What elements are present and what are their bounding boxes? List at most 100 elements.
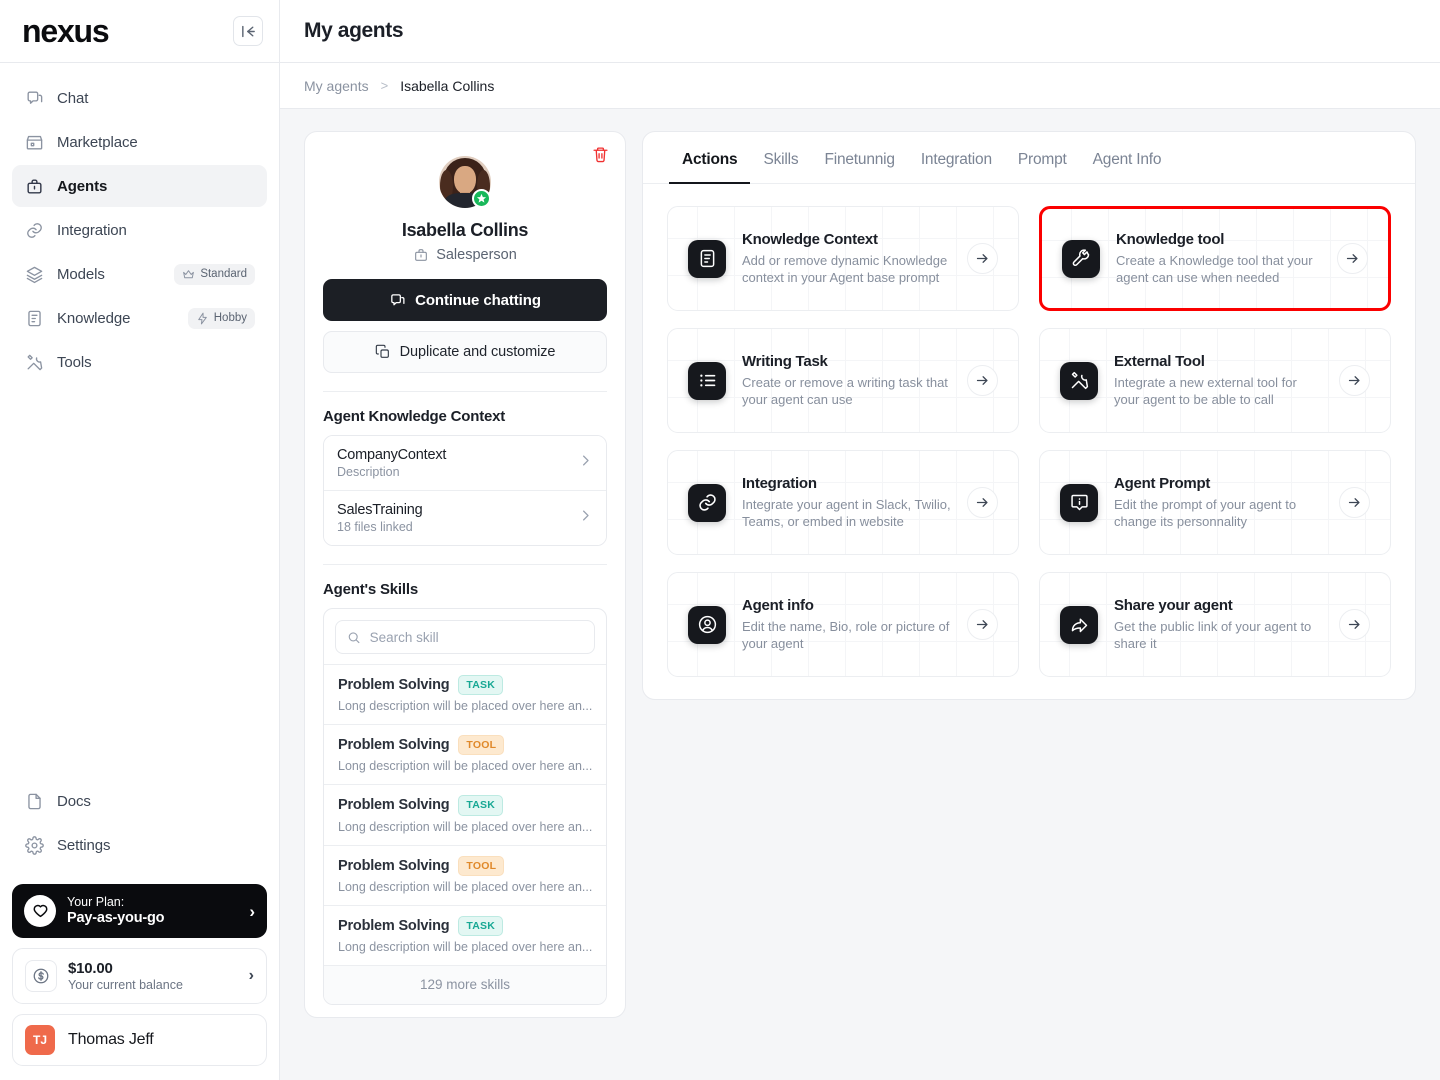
- knowledge-item-desc: Description: [337, 465, 400, 479]
- skill-item[interactable]: Problem Solving TASK Long description wi…: [324, 784, 606, 844]
- verified-badge-icon: [472, 189, 491, 208]
- file-icon: [24, 791, 44, 811]
- knowledge-item-title: CompanyContext: [337, 447, 447, 463]
- chevron-right-icon: [578, 453, 593, 473]
- plan-text: Your Plan: Pay-as-you-go: [67, 894, 165, 928]
- sidebar-item-settings[interactable]: Settings: [12, 824, 267, 866]
- arrow-right-icon[interactable]: [1339, 365, 1370, 396]
- skill-item[interactable]: Problem Solving TOOL Long description wi…: [324, 844, 606, 905]
- action-card-agent-info[interactable]: Agent info Edit the name, Bio, role or p…: [667, 572, 1019, 677]
- chevron-right-icon: [578, 508, 593, 528]
- breadcrumb-root[interactable]: My agents: [304, 78, 369, 94]
- action-card-knowledge-context[interactable]: Knowledge Context Add or remove dynamic …: [667, 206, 1019, 311]
- action-title: Agent Prompt: [1114, 474, 1211, 492]
- crown-icon: [183, 269, 195, 278]
- divider: [323, 391, 607, 392]
- balance-caption: Your current balance: [68, 977, 183, 992]
- action-description: Get the public link of your agent to sha…: [1114, 618, 1312, 651]
- breadcrumb-current: Isabella Collins: [400, 77, 495, 94]
- wrench-icon: [1062, 239, 1100, 278]
- user-circle-icon: [688, 605, 726, 644]
- app-logo: nexus: [22, 13, 110, 49]
- sidebar-item-label: Integration: [57, 221, 127, 239]
- action-title: Agent info: [742, 596, 814, 614]
- action-card-agent-prompt[interactable]: Agent Prompt Edit the prompt of your age…: [1039, 450, 1391, 555]
- action-description: Integrate a new external tool for your a…: [1114, 374, 1297, 407]
- sidebar-item-chat[interactable]: Chat: [12, 77, 267, 119]
- sidebar-item-marketplace[interactable]: Marketplace: [12, 121, 267, 163]
- action-title: Knowledge tool: [1116, 230, 1225, 248]
- tab-actions[interactable]: Actions: [669, 132, 751, 184]
- skill-item[interactable]: Problem Solving TASK Long description wi…: [324, 664, 606, 724]
- search-skill-input[interactable]: [369, 629, 583, 645]
- arrow-right-icon[interactable]: [967, 365, 998, 396]
- sidebar-item-docs[interactable]: Docs: [12, 780, 267, 822]
- action-description: Edit the name, Bio, role or picture of y…: [742, 618, 950, 651]
- action-card-knowledge-tool[interactable]: Knowledge tool Create a Knowledge tool t…: [1039, 206, 1391, 311]
- chat-icon: [391, 293, 405, 305]
- link-icon: [688, 483, 726, 522]
- sidebar-nav: Chat Marketplace Agents Integration Mode…: [0, 63, 279, 385]
- action-card-external-tool[interactable]: External Tool Integrate a new external t…: [1039, 328, 1391, 433]
- knowledge-context-item[interactable]: SalesTraining 18 files linked: [324, 490, 606, 545]
- arrow-right-icon[interactable]: [967, 243, 998, 274]
- plan-label: Your Plan:: [67, 894, 125, 909]
- arrow-right-icon[interactable]: [1339, 609, 1370, 640]
- tab-finetuning[interactable]: Finetunnig: [811, 132, 907, 184]
- chat-icon: [24, 88, 44, 108]
- briefcase-icon: [24, 176, 44, 196]
- sidebar-item-knowledge[interactable]: Knowledge Hobby: [12, 297, 267, 339]
- action-card-integration[interactable]: Integration Integrate your agent in Slac…: [667, 450, 1019, 555]
- collapse-left-icon: [241, 25, 255, 37]
- sidebar-item-label: Settings: [57, 836, 111, 854]
- action-card-share-agent[interactable]: Share your agent Get the public link of …: [1039, 572, 1391, 677]
- continue-chatting-button[interactable]: Continue chatting: [323, 279, 607, 321]
- document-icon: [24, 308, 44, 328]
- sidebar-item-label: Knowledge: [57, 309, 131, 327]
- sidebar-item-integration[interactable]: Integration: [12, 209, 267, 251]
- gear-icon: [24, 835, 44, 855]
- skill-name: Problem Solving: [338, 797, 450, 814]
- duplicate-customize-label: Duplicate and customize: [399, 344, 556, 360]
- action-description: Create a Knowledge tool that your agent …: [1116, 252, 1313, 285]
- plan-card[interactable]: Your Plan: Pay-as-you-go ›: [12, 884, 267, 938]
- continue-chatting-label: Continue chatting: [415, 291, 541, 309]
- breadcrumb-separator: >: [380, 78, 389, 93]
- sidebar: nexus Chat Marketplace Agents Integratio…: [0, 0, 280, 1080]
- skill-item[interactable]: Problem Solving TOOL Long description wi…: [324, 724, 606, 784]
- action-card-writing-task[interactable]: Writing Task Create or remove a writing …: [667, 328, 1019, 433]
- briefcase-icon: [415, 249, 428, 261]
- agent-skills-title: Agent's Skills: [323, 581, 418, 598]
- skill-item[interactable]: Problem Solving TASK Long description wi…: [324, 904, 606, 965]
- sidebar-item-models[interactable]: Models Standard: [12, 253, 267, 295]
- sidebar-item-agents[interactable]: Agents: [12, 165, 267, 207]
- arrow-right-icon[interactable]: [967, 609, 998, 640]
- duplicate-customize-button[interactable]: Duplicate and customize: [323, 331, 607, 373]
- arrow-right-icon[interactable]: [1339, 487, 1370, 518]
- tab-skills[interactable]: Skills: [750, 132, 811, 184]
- arrow-right-icon[interactable]: [1337, 243, 1368, 274]
- skill-search-box[interactable]: [335, 620, 595, 654]
- agent-role-label: Salesperson: [436, 247, 517, 263]
- tab-prompt[interactable]: Prompt: [1005, 132, 1080, 184]
- balance-card[interactable]: $10.00 Your current balance ›: [12, 948, 267, 1004]
- action-title: Knowledge Context: [742, 230, 878, 248]
- user-name: Thomas Jeff: [68, 1031, 154, 1048]
- more-skills-button[interactable]: 129 more skills: [324, 964, 606, 1004]
- skill-description: Long description will be placed over her…: [338, 939, 592, 954]
- tab-integration[interactable]: Integration: [908, 132, 1005, 184]
- action-title: Writing Task: [742, 352, 828, 370]
- skill-tag: TOOL: [458, 855, 505, 876]
- skill-description: Long description will be placed over her…: [338, 879, 592, 894]
- sidebar-item-label: Chat: [57, 89, 89, 107]
- tab-agent-info[interactable]: Agent Info: [1080, 132, 1175, 184]
- user-card[interactable]: TJ Thomas Jeff: [12, 1014, 267, 1066]
- arrow-right-icon[interactable]: [967, 487, 998, 518]
- tools-cross-icon: [1060, 361, 1098, 400]
- sidebar-item-tools[interactable]: Tools: [12, 341, 267, 383]
- knowledge-context-item[interactable]: CompanyContext Description: [324, 436, 606, 490]
- sidebar-item-label: Tools: [57, 353, 92, 371]
- skill-name: Problem Solving: [338, 737, 450, 754]
- collapse-sidebar-button[interactable]: [233, 16, 263, 46]
